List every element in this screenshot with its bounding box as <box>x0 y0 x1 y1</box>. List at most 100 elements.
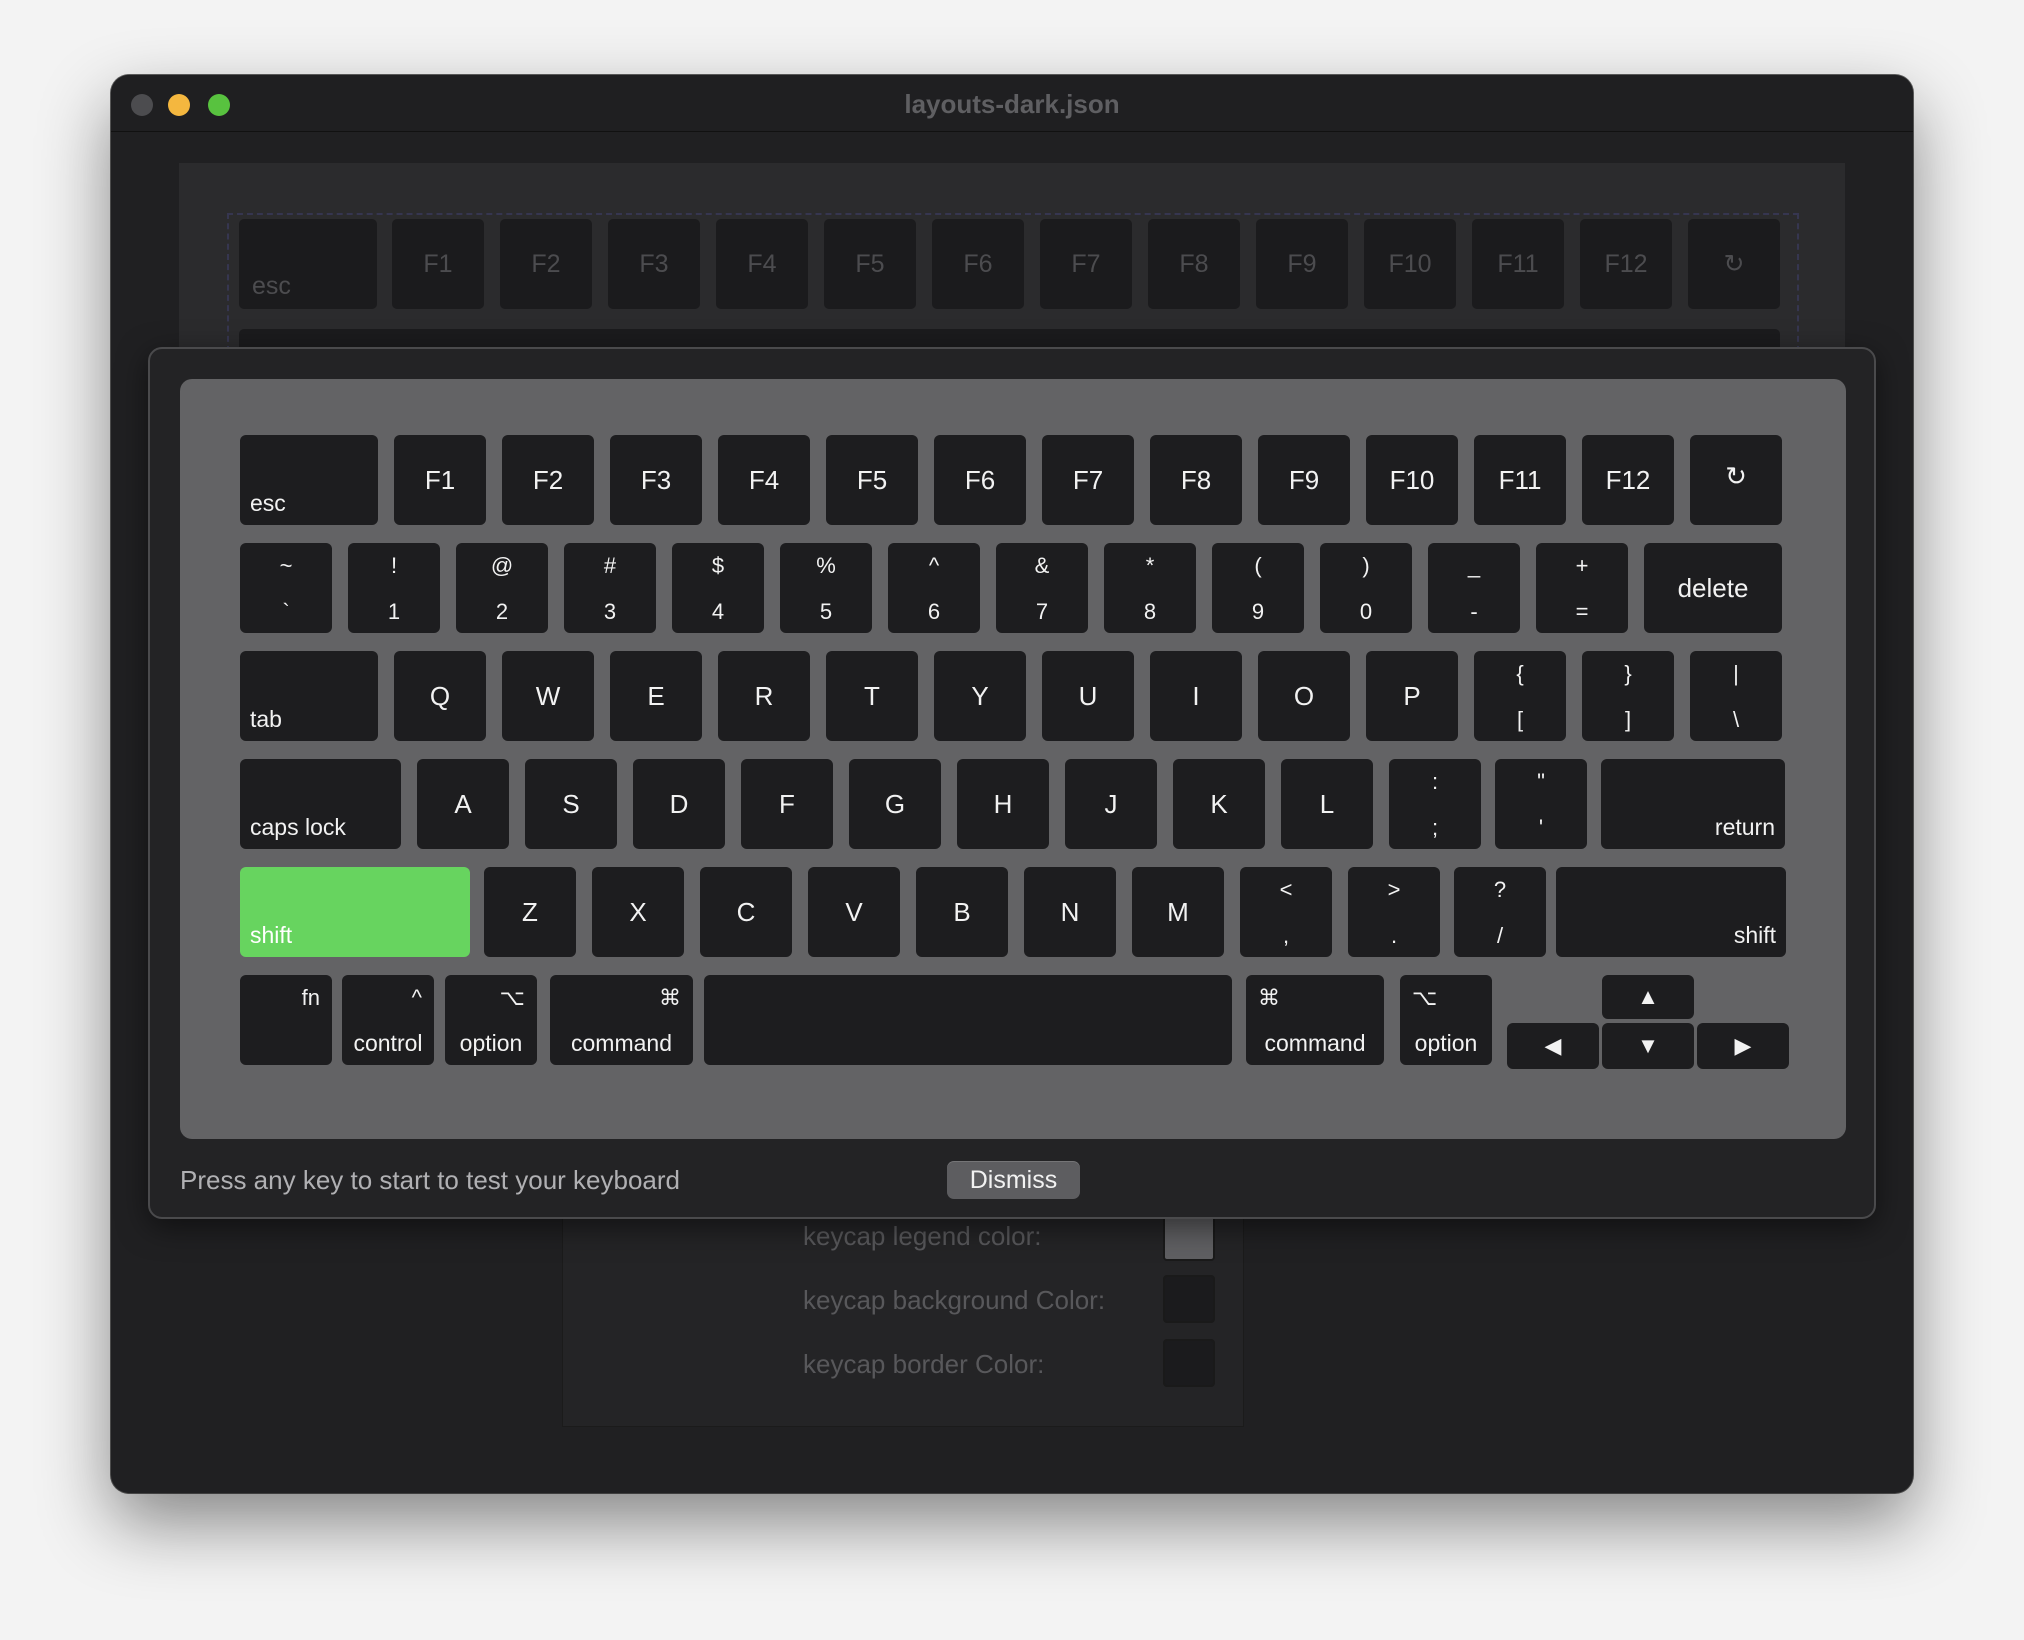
key-n[interactable]: N <box>1024 867 1116 957</box>
key-left-command[interactable]: ⌘ command <box>550 975 693 1065</box>
key-6[interactable]: ^ 6 <box>888 543 980 633</box>
key-f9[interactable]: F9 <box>1258 435 1350 525</box>
key-g[interactable]: G <box>849 759 941 849</box>
key-f3[interactable]: F3 <box>610 435 702 525</box>
key-f[interactable]: F <box>741 759 833 849</box>
key-s[interactable]: S <box>525 759 617 849</box>
command-icon: ⌘ <box>659 985 681 1010</box>
key-e[interactable]: E <box>610 651 702 741</box>
key-label: F6 <box>964 464 996 495</box>
key-8[interactable]: * 8 <box>1104 543 1196 633</box>
key-f11[interactable]: F11 <box>1474 435 1566 525</box>
key-f6[interactable]: F6 <box>934 435 1026 525</box>
key-7[interactable]: & 7 <box>996 543 1088 633</box>
key-4[interactable]: $4 <box>672 543 764 633</box>
key-arrow-right[interactable]: ▶ <box>1697 1023 1789 1069</box>
background-key: F12 <box>1580 219 1672 309</box>
key-f4[interactable]: F4 <box>718 435 810 525</box>
key-shift-label: | <box>1733 661 1739 686</box>
key-f12[interactable]: F12 <box>1582 435 1674 525</box>
key-equals[interactable]: + = <box>1536 543 1628 633</box>
background-key: F4 <box>716 219 808 309</box>
key-right-option[interactable]: ⌥ option <box>1400 975 1492 1065</box>
key-a[interactable]: A <box>417 759 509 849</box>
key-w[interactable]: W <box>502 651 594 741</box>
key-f7[interactable]: F7 <box>1042 435 1134 525</box>
key-2[interactable]: @2 <box>456 543 548 633</box>
key-p[interactable]: P <box>1366 651 1458 741</box>
key-k[interactable]: K <box>1173 759 1265 849</box>
key-period[interactable]: >. <box>1348 867 1440 957</box>
key-backtick[interactable]: ~ ` <box>240 543 332 633</box>
key-f10[interactable]: F10 <box>1366 435 1458 525</box>
key-d[interactable]: D <box>633 759 725 849</box>
key-arrow-left[interactable]: ◀ <box>1507 1023 1599 1069</box>
key-b[interactable]: B <box>916 867 1008 957</box>
key-shift-label: ( <box>1254 553 1262 578</box>
key-z[interactable]: Z <box>484 867 576 957</box>
key-i[interactable]: I <box>1150 651 1242 741</box>
key-right-bracket[interactable]: }] <box>1582 651 1674 741</box>
key-semicolon[interactable]: :; <box>1389 759 1481 849</box>
key-tab[interactable]: tab <box>240 651 378 741</box>
key-shift-label: > <box>1387 877 1401 902</box>
key-backslash[interactable]: | \ <box>1690 651 1782 741</box>
key-label: W <box>535 680 561 711</box>
key-v[interactable]: V <box>808 867 900 957</box>
dismiss-button[interactable]: Dismiss <box>947 1161 1080 1199</box>
key-label: caps lock <box>250 814 346 840</box>
key-shift-label: " <box>1537 769 1545 794</box>
key-fn[interactable]: fn <box>240 975 332 1065</box>
key-left-option[interactable]: ⌥ option <box>445 975 537 1065</box>
key-f1[interactable]: F1 <box>394 435 486 525</box>
key-f8[interactable]: F8 <box>1150 435 1242 525</box>
key-q[interactable]: Q <box>394 651 486 741</box>
key-m[interactable]: M <box>1132 867 1224 957</box>
key-control[interactable]: ^ control <box>342 975 434 1065</box>
key-label: shift <box>1733 922 1776 948</box>
key-esc[interactable]: esc <box>240 435 378 525</box>
key-delete[interactable]: delete <box>1644 543 1782 633</box>
key-label: 8 <box>1143 599 1157 624</box>
key-f2[interactable]: F2 <box>502 435 594 525</box>
arrow-left-icon: ◀ <box>1544 1033 1562 1058</box>
keycap-border-color-well[interactable] <box>1163 1339 1215 1387</box>
key-return[interactable]: return <box>1601 759 1785 849</box>
key-arrow-up[interactable]: ▲ <box>1602 975 1694 1019</box>
key-h[interactable]: H <box>957 759 1049 849</box>
key-label: [ <box>1516 707 1524 732</box>
key-right-shift[interactable]: shift <box>1556 867 1786 957</box>
key-c[interactable]: C <box>700 867 792 957</box>
key-reset[interactable]: ↻ <box>1690 435 1782 525</box>
key-l[interactable]: L <box>1281 759 1373 849</box>
key-quote[interactable]: " ' <box>1495 759 1587 849</box>
key-o[interactable]: O <box>1258 651 1350 741</box>
key-label: 2 <box>495 599 509 624</box>
key-label: . <box>1390 923 1398 948</box>
key-left-shift[interactable]: shift <box>240 867 470 957</box>
key-5[interactable]: % 5 <box>780 543 872 633</box>
key-left-bracket[interactable]: {[ <box>1474 651 1566 741</box>
key-caps-lock[interactable]: caps lock <box>240 759 401 849</box>
key-1[interactable]: ! 1 <box>348 543 440 633</box>
key-arrow-down[interactable]: ▼ <box>1602 1023 1694 1069</box>
key-r[interactable]: R <box>718 651 810 741</box>
key-right-command[interactable]: ⌘ command <box>1246 975 1384 1065</box>
key-minus[interactable]: _ - <box>1428 543 1520 633</box>
key-space[interactable] <box>704 975 1232 1065</box>
key-f5[interactable]: F5 <box>826 435 918 525</box>
key-x[interactable]: X <box>592 867 684 957</box>
key-0[interactable]: ) 0 <box>1320 543 1412 633</box>
keycap-legend-color-well[interactable] <box>1163 1213 1215 1261</box>
key-3[interactable]: #3 <box>564 543 656 633</box>
key-j[interactable]: J <box>1065 759 1157 849</box>
key-label: E <box>647 680 665 711</box>
key-label: A <box>454 788 472 819</box>
key-y[interactable]: Y <box>934 651 1026 741</box>
keycap-background-color-well[interactable] <box>1163 1275 1215 1323</box>
key-slash[interactable]: ? / <box>1454 867 1546 957</box>
key-9[interactable]: (9 <box>1212 543 1304 633</box>
key-u[interactable]: U <box>1042 651 1134 741</box>
key-comma[interactable]: <, <box>1240 867 1332 957</box>
key-t[interactable]: T <box>826 651 918 741</box>
